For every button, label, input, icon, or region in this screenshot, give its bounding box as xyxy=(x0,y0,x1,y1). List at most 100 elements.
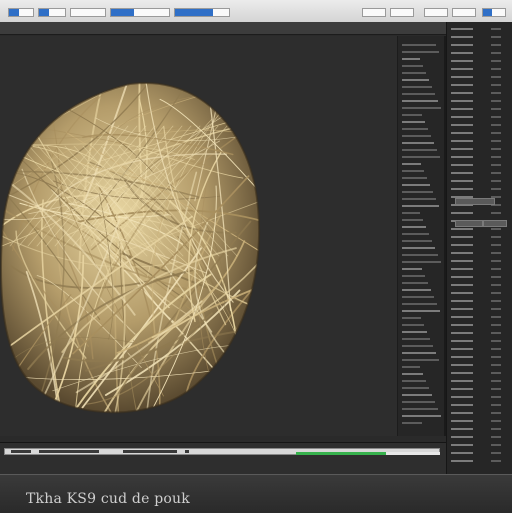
toolbar-button[interactable] xyxy=(390,8,414,17)
panel-row-value[interactable] xyxy=(491,340,501,342)
panel-row-value[interactable] xyxy=(491,76,501,78)
panel-row-value[interactable] xyxy=(491,364,501,366)
panel-row-value[interactable] xyxy=(491,124,501,126)
toolbar-button[interactable] xyxy=(452,8,476,17)
panel-row-label xyxy=(451,444,473,446)
3d-viewport[interactable] xyxy=(0,36,444,436)
property-row xyxy=(402,184,430,186)
panel-row-value[interactable] xyxy=(491,460,501,462)
panel-row-label xyxy=(451,236,473,238)
toolbar-field[interactable] xyxy=(70,8,106,17)
panel-row-value[interactable] xyxy=(491,180,501,182)
panel-row-value[interactable] xyxy=(491,92,501,94)
panel-row-value[interactable] xyxy=(491,436,501,438)
property-row xyxy=(402,51,439,53)
panel-row-value[interactable] xyxy=(491,172,501,174)
panel-row-value[interactable] xyxy=(491,244,501,246)
panel-row-value[interactable] xyxy=(491,404,501,406)
panel-row-label xyxy=(451,140,473,142)
panel-row-value[interactable] xyxy=(491,252,501,254)
property-column xyxy=(397,36,445,436)
panel-row-value[interactable] xyxy=(491,284,501,286)
panel-row-value[interactable] xyxy=(491,428,501,430)
panel-row-value[interactable] xyxy=(491,156,501,158)
panel-row-value[interactable] xyxy=(491,452,501,454)
toolbar-button[interactable] xyxy=(482,8,506,17)
panel-row-value[interactable] xyxy=(491,348,501,350)
panel-row-value[interactable] xyxy=(491,372,501,374)
panel-row-label xyxy=(451,36,473,38)
property-row xyxy=(402,156,440,158)
panel-row-value[interactable] xyxy=(491,60,501,62)
panel-row-label xyxy=(451,124,473,126)
panel-row-value[interactable] xyxy=(491,44,501,46)
panel-row-value[interactable] xyxy=(491,300,501,302)
panel-row-value[interactable] xyxy=(491,308,501,310)
panel-row-value[interactable] xyxy=(491,444,501,446)
toolbar-button[interactable] xyxy=(110,8,170,17)
property-row xyxy=(402,142,434,144)
panel-row-value[interactable] xyxy=(491,324,501,326)
panel-row-value[interactable] xyxy=(491,236,501,238)
panel-row-label xyxy=(451,452,473,454)
panel-row-value[interactable] xyxy=(491,36,501,38)
menu-bar xyxy=(0,22,512,35)
panel-row-value[interactable] xyxy=(491,412,501,414)
panel-row-value[interactable] xyxy=(491,292,501,294)
property-row xyxy=(402,198,436,200)
panel-row-value[interactable] xyxy=(491,396,501,398)
panel-row-label xyxy=(451,92,473,94)
toolbar-button[interactable] xyxy=(424,8,448,17)
panel-row-label xyxy=(451,284,473,286)
property-row xyxy=(402,282,428,284)
panel-row-value[interactable] xyxy=(491,116,501,118)
toolbar-button[interactable] xyxy=(38,8,66,17)
panel-row-value[interactable] xyxy=(491,28,501,30)
panel-row-value[interactable] xyxy=(491,164,501,166)
toolbar-button[interactable] xyxy=(8,8,34,17)
panel-row-value[interactable] xyxy=(491,84,501,86)
property-row xyxy=(402,254,438,256)
panel-row-value[interactable] xyxy=(491,380,501,382)
panel-row-value[interactable] xyxy=(491,108,501,110)
panel-row-label xyxy=(451,252,473,254)
panel-row-value[interactable] xyxy=(491,228,501,230)
panel-row-value[interactable] xyxy=(491,148,501,150)
panel-row-value[interactable] xyxy=(491,132,501,134)
panel-row-value[interactable] xyxy=(491,316,501,318)
side-panel xyxy=(446,22,512,474)
panel-row-value[interactable] xyxy=(491,388,501,390)
property-row xyxy=(402,107,441,109)
panel-row-value[interactable] xyxy=(491,332,501,334)
property-row xyxy=(402,86,432,88)
panel-row-label xyxy=(451,228,473,230)
panel-row-label xyxy=(451,116,473,118)
panel-row-label xyxy=(451,156,473,158)
panel-row-label xyxy=(451,340,473,342)
panel-row-value[interactable] xyxy=(491,140,501,142)
toolbar-button[interactable] xyxy=(174,8,230,17)
property-row xyxy=(402,331,427,333)
panel-button[interactable] xyxy=(455,220,483,227)
panel-row-value[interactable] xyxy=(491,260,501,262)
panel-row-value[interactable] xyxy=(491,52,501,54)
range-indicator xyxy=(386,452,440,455)
property-row xyxy=(402,93,435,95)
panel-row-value[interactable] xyxy=(491,68,501,70)
property-row xyxy=(402,149,437,151)
toolbar-button[interactable] xyxy=(362,8,386,17)
panel-row-value[interactable] xyxy=(491,268,501,270)
property-row xyxy=(402,240,432,242)
panel-row-value[interactable] xyxy=(491,420,501,422)
panel-button[interactable] xyxy=(455,198,495,205)
panel-row-value[interactable] xyxy=(491,276,501,278)
property-row xyxy=(402,44,436,46)
property-row xyxy=(402,324,424,326)
panel-row-value[interactable] xyxy=(491,100,501,102)
property-row xyxy=(402,226,426,228)
panel-row-value[interactable] xyxy=(491,356,501,358)
panel-button[interactable] xyxy=(483,220,507,227)
panel-row-value[interactable] xyxy=(491,188,501,190)
property-row xyxy=(402,317,421,319)
panel-row-value[interactable] xyxy=(491,212,501,214)
